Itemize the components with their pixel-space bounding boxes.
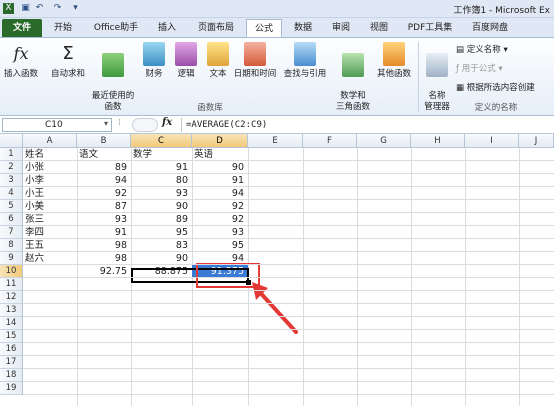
tab-insert[interactable]: 插入 (150, 19, 184, 37)
sigma-icon: Σ (62, 43, 74, 64)
column-header-d[interactable]: D (192, 134, 248, 148)
row-header[interactable]: 6 (0, 213, 23, 226)
book-more-icon (383, 42, 405, 66)
formula-controls (132, 118, 158, 132)
row-header[interactable]: 12 (0, 291, 23, 304)
financial-button[interactable]: 财务 (140, 40, 168, 102)
define-name-button[interactable]: ▤ 定义名称 ▾ (456, 43, 508, 55)
chevron-down-icon: ▾ (503, 45, 508, 55)
column-header-e[interactable]: E (248, 134, 303, 148)
book-clock-icon (244, 42, 266, 66)
row-header[interactable]: 13 (0, 304, 23, 317)
tab-data[interactable]: 数据 (286, 19, 320, 37)
datetime-button[interactable]: 日期和时间 (232, 40, 278, 102)
row-header[interactable]: 19 (0, 382, 23, 395)
column-header-h[interactable]: H (411, 134, 465, 148)
use-in-formula-button[interactable]: ƒ 用于公式 ▾ (456, 62, 503, 74)
row-header[interactable]: 11 (0, 278, 23, 291)
select-all-corner[interactable] (0, 134, 23, 148)
tab-baidu-netdisk[interactable]: 百度网盘 (462, 19, 518, 37)
insert-function-button[interactable]: fx 插入函数 (2, 40, 40, 102)
excel-logo-icon: X (3, 3, 14, 14)
customize-toolbar-icon[interactable]: ▾ (70, 3, 81, 14)
column-header-f[interactable]: F (303, 134, 357, 148)
book-financial-icon (143, 42, 165, 66)
tab-page-layout[interactable]: 页面布局 (190, 19, 242, 37)
tab-review[interactable]: 审阅 (324, 19, 358, 37)
lookup-button[interactable]: 查找与引用 (280, 40, 330, 102)
book-text-icon (207, 42, 229, 66)
row-header[interactable]: 4 (0, 187, 23, 200)
create-from-selection-button[interactable]: ▦ 根据所选内容创建 (456, 81, 535, 93)
row-header[interactable]: 18 (0, 369, 23, 382)
annotation-arrow (252, 282, 298, 334)
redo-icon[interactable]: ↷ (52, 3, 63, 14)
undo-icon[interactable]: ↶ (34, 3, 45, 14)
tab-home[interactable]: 开始 (46, 19, 80, 37)
window-title: 工作簿1 - Microsoft Ex (453, 6, 550, 16)
book-theta-icon (342, 53, 364, 77)
recent-functions-button[interactable]: 最近使用的 函数 (90, 40, 136, 112)
row-header[interactable]: 7 (0, 226, 23, 239)
formula-bar: C10 ▾ ⁞ fx =AVERAGE(C2:C9) (0, 116, 554, 134)
title-bar: X ▣ ↶ ↷ ▾ 工作簿1 - Microsoft Ex (0, 0, 554, 18)
column-header-c[interactable]: C (131, 134, 192, 148)
row-header[interactable]: 8 (0, 239, 23, 252)
tab-formulas[interactable]: 公式 (246, 19, 282, 37)
column-header-b[interactable]: B (77, 134, 131, 148)
row-header[interactable]: 17 (0, 356, 23, 369)
chevron-down-icon[interactable]: ▾ (104, 119, 108, 128)
book-logical-icon (175, 42, 197, 66)
ribbon-tabs: 文件 开始 Office助手 插入 页面布局 公式 数据 审阅 视图 PDF工具… (0, 18, 554, 37)
tab-view[interactable]: 视图 (362, 19, 396, 37)
column-header-i[interactable]: I (465, 134, 519, 148)
fx-icon: fx (13, 44, 29, 63)
math-trig-button[interactable]: 数学和 三角函数 (334, 40, 372, 112)
row-header[interactable]: 3 (0, 174, 23, 187)
tab-office-assistant[interactable]: Office助手 (86, 19, 146, 37)
book-lookup-icon (294, 42, 316, 66)
column-header-g[interactable]: G (357, 134, 411, 148)
name-box[interactable]: C10 (2, 118, 112, 132)
chevron-down-icon: ▾ (498, 64, 503, 74)
tab-pdf-tools[interactable]: PDF工具集 (400, 19, 460, 37)
formula-icon: ƒ (456, 64, 459, 74)
text-button[interactable]: 文本 (204, 40, 232, 102)
row-header[interactable]: 15 (0, 330, 23, 343)
formula-bar-handle-icon[interactable]: ⁞ (118, 118, 121, 128)
spreadsheet-grid[interactable]: A B C D E F G H I J 1 2 3 4 5 6 7 8 9 10 11 12 13 14 1… (0, 134, 554, 406)
name-manager-button[interactable]: 名称 管理器 (420, 40, 454, 112)
autosum-button[interactable]: Σ 自动求和 (46, 40, 90, 102)
more-functions-button[interactable]: 其他函数 (374, 40, 414, 102)
logical-button[interactable]: 逻辑 (172, 40, 200, 102)
column-header-a[interactable]: A (23, 134, 77, 148)
row-header[interactable]: 9 (0, 252, 23, 265)
tab-file[interactable]: 文件 (2, 19, 42, 37)
group-label-function-library: 函数库 (197, 103, 223, 113)
row-header[interactable]: 5 (0, 200, 23, 213)
group-separator (418, 42, 419, 112)
row-header[interactable]: 16 (0, 343, 23, 356)
row-header[interactable]: 2 (0, 161, 23, 174)
fx-icon[interactable]: fx (162, 117, 172, 128)
formula-input[interactable]: =AVERAGE(C2:C9) (181, 118, 554, 132)
column-header-j[interactable]: J (519, 134, 554, 148)
group-label-defined-names: 定义的名称 (474, 103, 518, 113)
create-from-selection-icon: ▦ (456, 83, 465, 93)
define-name-icon: ▤ (456, 45, 465, 55)
row-header[interactable]: 1 (0, 148, 23, 161)
row-header[interactable]: 14 (0, 317, 23, 330)
ribbon: fx 插入函数 Σ 自动求和 最近使用的 函数 财务 逻辑 文本 日期和时间 查… (0, 37, 554, 116)
name-manager-icon (426, 53, 448, 77)
save-icon[interactable]: ▣ (20, 3, 31, 14)
book-star-icon (102, 53, 124, 77)
row-header[interactable]: 10 (0, 265, 23, 278)
